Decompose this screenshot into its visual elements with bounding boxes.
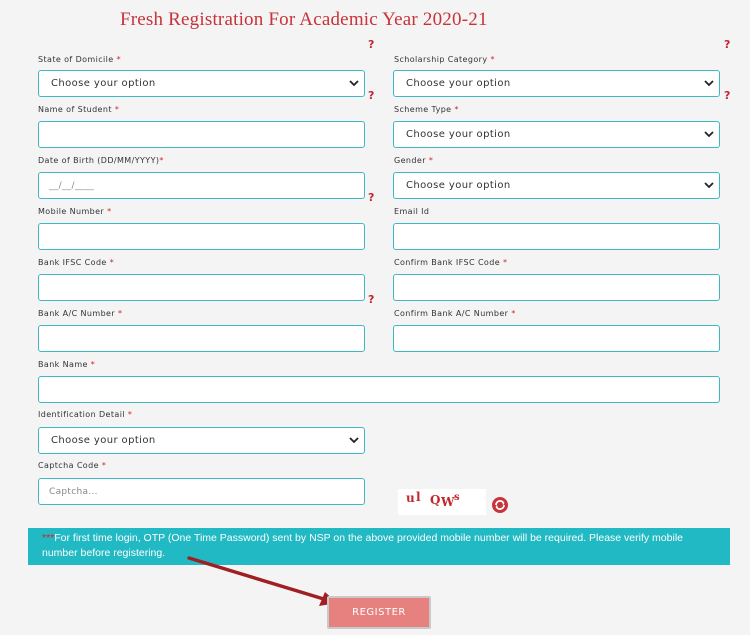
chevron-down-icon xyxy=(704,182,714,189)
bank-ac-number-input[interactable] xyxy=(38,325,365,352)
otp-notice: ***For first time login, OTP (One Time P… xyxy=(28,528,730,565)
notice-stars: *** xyxy=(42,532,55,544)
chevron-down-icon xyxy=(704,131,714,138)
date-of-birth-label: Date of Birth (DD/MM/YYYY)* xyxy=(38,156,164,165)
scholarship-category-select[interactable]: Choose your option xyxy=(393,70,720,97)
help-icon[interactable]: ? xyxy=(368,38,374,51)
bank-name-label: Bank Name * xyxy=(38,360,96,369)
confirm-bank-ac-number-label: Confirm Bank A/C Number * xyxy=(394,309,516,318)
date-of-birth-input[interactable]: __/__/____ xyxy=(38,172,365,199)
identification-detail-select[interactable]: Choose your option xyxy=(38,427,365,454)
identification-detail-label: Identification Detail * xyxy=(38,410,133,419)
gender-value: Choose your option xyxy=(406,180,511,191)
state-of-domicile-label: State of Domicile * xyxy=(38,55,121,64)
email-id-input[interactable] xyxy=(393,223,720,250)
bank-name-input[interactable] xyxy=(38,376,720,403)
chevron-down-icon xyxy=(704,80,714,87)
scholarship-category-label: Scholarship Category * xyxy=(394,55,495,64)
page-title: Fresh Registration For Academic Year 202… xyxy=(120,9,488,30)
name-of-student-label: Name of Student * xyxy=(38,105,120,114)
help-icon[interactable]: ? xyxy=(368,293,374,306)
chevron-down-icon xyxy=(349,80,359,87)
captcha-code-label: Captcha Code * xyxy=(38,461,107,470)
date-of-birth-placeholder: __/__/____ xyxy=(49,181,95,191)
gender-label: Gender * xyxy=(394,156,434,165)
register-button[interactable]: REGISTER xyxy=(327,596,431,629)
confirm-bank-ifsc-code-input[interactable] xyxy=(393,274,720,301)
captcha-input[interactable]: Captcha... xyxy=(38,478,365,505)
arrow-annotation xyxy=(187,556,337,606)
confirm-bank-ac-number-input[interactable] xyxy=(393,325,720,352)
scheme-type-label: Scheme Type * xyxy=(394,105,459,114)
mobile-number-input[interactable] xyxy=(38,223,365,250)
state-of-domicile-value: Choose your option xyxy=(51,78,156,89)
captcha-image: u l Q W s xyxy=(398,489,486,515)
mobile-number-label: Mobile Number * xyxy=(38,207,112,216)
scholarship-category-value: Choose your option xyxy=(406,78,511,89)
gender-select[interactable]: Choose your option xyxy=(393,172,720,199)
email-id-label: Email Id xyxy=(394,207,430,216)
help-icon[interactable]: ? xyxy=(368,191,374,204)
refresh-icon[interactable] xyxy=(491,496,509,514)
help-icon[interactable]: ? xyxy=(368,89,374,102)
state-of-domicile-select[interactable]: Choose your option xyxy=(38,70,365,97)
identification-detail-value: Choose your option xyxy=(51,435,156,446)
scheme-type-value: Choose your option xyxy=(406,129,511,140)
bank-ifsc-code-input[interactable] xyxy=(38,274,365,301)
bank-ac-number-label: Bank A/C Number * xyxy=(38,309,123,318)
help-icon[interactable]: ? xyxy=(724,89,730,102)
name-of-student-input[interactable] xyxy=(38,121,365,148)
confirm-bank-ifsc-code-label: Confirm Bank IFSC Code * xyxy=(394,258,508,267)
notice-text: For first time login, OTP (One Time Pass… xyxy=(42,532,683,559)
help-icon[interactable]: ? xyxy=(724,38,730,51)
captcha-placeholder: Captcha... xyxy=(49,487,98,497)
bank-ifsc-code-label: Bank IFSC Code * xyxy=(38,258,115,267)
chevron-down-icon xyxy=(349,437,359,444)
scheme-type-select[interactable]: Choose your option xyxy=(393,121,720,148)
